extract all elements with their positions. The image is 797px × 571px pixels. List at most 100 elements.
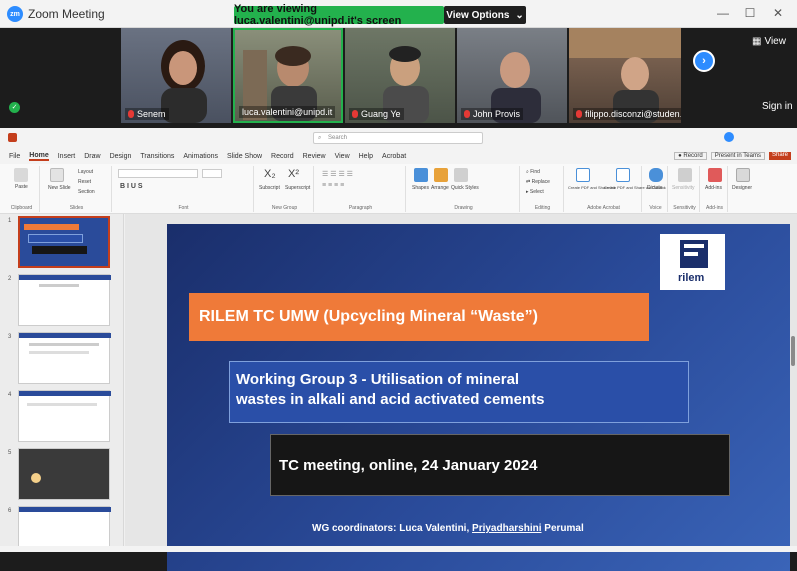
tab-insert[interactable]: Insert: [58, 153, 76, 160]
create-pdf-outlook-icon[interactable]: [616, 168, 630, 182]
logo-text: rilem: [678, 272, 705, 284]
tab-review[interactable]: Review: [303, 153, 326, 160]
arrange-icon[interactable]: [434, 168, 448, 182]
mic-muted-icon: [464, 110, 470, 118]
tab-draw[interactable]: Draw: [84, 153, 100, 160]
arrange-label: Arrange: [431, 185, 449, 191]
group-label: Editing: [534, 205, 551, 211]
grid-icon: ▦: [752, 36, 762, 47]
tab-acrobat[interactable]: Acrobat: [382, 153, 406, 160]
slide-thumbnail[interactable]: [18, 274, 111, 326]
quick-styles-icon[interactable]: [454, 168, 468, 182]
quick-styles-label: Quick Styles: [451, 185, 479, 191]
ribbon-designer: Designer: [730, 166, 756, 212]
group-label: Font: [178, 205, 189, 211]
ribbon-group-drawing: Shapes Arrange Quick Styles Drawing: [408, 166, 520, 212]
ppt-search-box[interactable]: ⌕ Search: [313, 132, 483, 144]
ppt-menu-tabs: File Home Insert Draw Design Transitions…: [0, 148, 797, 164]
participant-tile[interactable]: John Provis: [457, 28, 567, 123]
addins-icon[interactable]: [708, 168, 722, 182]
slide-thumbnail[interactable]: [18, 216, 110, 268]
tab-help[interactable]: Help: [359, 153, 373, 160]
mic-muted-icon: [352, 110, 358, 118]
close-icon[interactable]: ✕: [768, 5, 788, 21]
tab-home[interactable]: Home: [29, 152, 49, 161]
tab-view[interactable]: View: [335, 153, 350, 160]
tab-transitions[interactable]: Transitions: [140, 153, 174, 160]
tab-file[interactable]: File: [9, 153, 20, 160]
subscript-icon[interactable]: X₂: [264, 168, 276, 180]
search-placeholder: Search: [328, 135, 348, 141]
tab-animations[interactable]: Animations: [183, 153, 218, 160]
microphone-icon[interactable]: [649, 168, 663, 182]
next-participants-button[interactable]: ›: [693, 50, 715, 72]
tab-design[interactable]: Design: [110, 153, 132, 160]
superscript-icon[interactable]: X²: [288, 168, 299, 180]
participant-tile[interactable]: Guang Ye: [345, 28, 455, 123]
select-button[interactable]: ▸ Select: [526, 189, 544, 195]
app-title: Zoom Meeting: [28, 7, 105, 21]
align-icons[interactable]: ≡ ≡ ≡ ≡: [322, 182, 344, 189]
designer-icon[interactable]: [736, 168, 750, 182]
maximize-icon[interactable]: ☐: [740, 5, 760, 21]
shared-screen-powerpoint: ⌕ Search File Home Insert Draw Design Tr…: [0, 128, 797, 571]
ppt-statusbar: [0, 546, 797, 552]
mic-muted-icon: [128, 110, 134, 118]
minimize-icon[interactable]: —: [713, 5, 733, 21]
thumb-number: 5: [8, 450, 12, 456]
sign-in-link[interactable]: Sign in: [762, 101, 793, 112]
view-button[interactable]: ▦ View: [752, 36, 786, 47]
wg-line-2: wastes in alkali and acid activated ceme…: [236, 391, 545, 408]
group-label: Add-ins: [706, 205, 723, 211]
new-slide-icon[interactable]: [50, 168, 64, 182]
thumb-number: 4: [8, 392, 12, 398]
create-pdf-icon[interactable]: [576, 168, 590, 182]
tab-record[interactable]: Record: [271, 153, 294, 160]
slide-thumbnail[interactable]: [18, 506, 111, 546]
tab-slide-show[interactable]: Slide Show: [227, 153, 262, 160]
participant-name: filippo.disconzi@studen...: [573, 108, 681, 120]
sensitivity-icon[interactable]: [678, 168, 692, 182]
layout-button[interactable]: Layout: [78, 169, 93, 175]
vertical-scrollbar[interactable]: [791, 336, 795, 366]
slide-thumbnail[interactable]: [18, 448, 110, 500]
bold-icon[interactable]: B I U S: [120, 183, 143, 190]
present-teams-button[interactable]: Present in Teams: [710, 152, 765, 160]
ribbon-group-paragraph: ☰ ☰ ☰ ☰ ≡ ≡ ≡ ≡ Paragraph: [316, 166, 406, 212]
participant-tile[interactable]: Senem: [121, 28, 231, 123]
thumb-number: 6: [8, 508, 12, 514]
ribbon-group-editing: ⌕ Find ⇄ Replace ▸ Select Editing: [522, 166, 564, 212]
current-slide[interactable]: rilem RILEM TC UMW (Upcycling Mineral “W…: [167, 224, 790, 571]
dictate-label: Dictate: [647, 185, 663, 191]
ribbon-group-acrobat: Create PDF and Share link Create PDF and…: [566, 166, 666, 212]
font-size-select[interactable]: [202, 169, 222, 178]
slide-thumbnail[interactable]: [18, 332, 111, 384]
rilem-logo: rilem: [660, 234, 725, 290]
zoom-titlebar: zm Zoom Meeting You are viewing luca.val…: [0, 0, 797, 28]
wg-line-1: Working Group 3 - Utilisation of mineral: [236, 371, 520, 388]
replace-button[interactable]: ⇄ Replace: [526, 179, 550, 185]
view-options-button[interactable]: View Options ⌄: [444, 6, 526, 24]
font-name-select[interactable]: [118, 169, 198, 178]
paste-icon[interactable]: [14, 168, 28, 182]
record-button[interactable]: ● Record: [674, 152, 707, 160]
list-icons[interactable]: ☰ ☰ ☰ ☰: [322, 170, 353, 178]
account-avatar[interactable]: [724, 132, 734, 142]
group-label: Voice: [649, 205, 662, 211]
reset-button[interactable]: Reset: [78, 179, 91, 185]
participant-name: Senem: [125, 108, 169, 120]
subscript-label: Subscript: [259, 185, 280, 191]
ribbon-group-slides: New Slide Layout Reset Section Slides: [42, 166, 112, 212]
screen-share-banner: You are viewing luca.valentini@unipd.it'…: [234, 3, 444, 27]
slide-thumbnail[interactable]: [18, 390, 111, 442]
participant-tile[interactable]: luca.valentini@unipd.it: [233, 28, 343, 123]
section-button[interactable]: Section: [78, 189, 95, 195]
shapes-icon[interactable]: [414, 168, 428, 182]
find-button[interactable]: ⌕ Find: [526, 169, 540, 175]
ribbon-group-voice: Dictate Voice: [644, 166, 668, 212]
participant-tile[interactable]: filippo.disconzi@studen...: [569, 28, 681, 123]
designer-label: Designer: [732, 185, 753, 191]
ppt-titlebar: ⌕ Search: [0, 128, 797, 148]
share-button[interactable]: Share: [768, 152, 791, 160]
participant-name: Guang Ye: [349, 108, 404, 120]
